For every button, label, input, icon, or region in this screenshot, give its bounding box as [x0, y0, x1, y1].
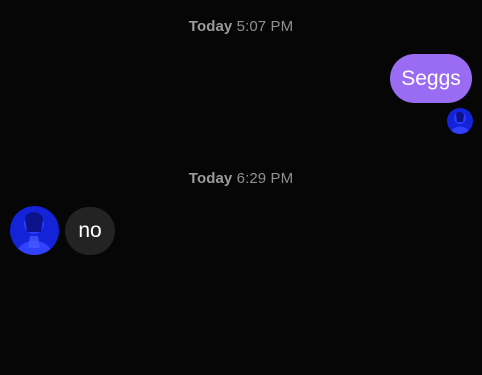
timestamp-day: Today	[188, 18, 233, 35]
profile-photo-icon	[447, 108, 473, 134]
outgoing-message-bubble[interactable]: Seggs	[390, 54, 472, 103]
timestamp-time: 5:07 PM	[236, 18, 294, 35]
message-timestamp: Today 6:29 PM	[0, 170, 482, 187]
timestamp-day: Today	[188, 170, 233, 187]
profile-photo-icon	[10, 206, 59, 255]
incoming-message-bubble[interactable]: no	[65, 207, 115, 255]
sender-avatar[interactable]	[447, 108, 473, 134]
message-timestamp: Today 5:07 PM	[0, 18, 482, 35]
contact-avatar[interactable]	[10, 206, 59, 255]
timestamp-time: 6:29 PM	[236, 170, 294, 187]
